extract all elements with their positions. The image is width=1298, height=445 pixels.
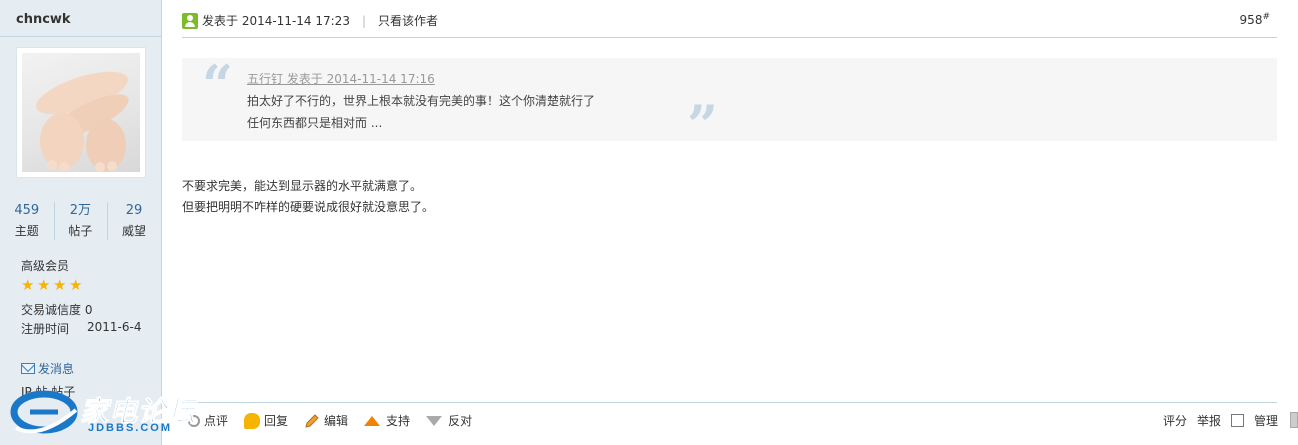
stat-value[interactable]: 459: [0, 200, 54, 222]
floor-mark: #: [1262, 12, 1270, 22]
stat-prestige[interactable]: 29 威望: [107, 200, 161, 242]
stat-label: 主题: [14, 224, 39, 238]
quote-text: 任何东西都只是相对而 ...: [247, 116, 383, 130]
star-icon: ★: [21, 276, 35, 294]
quote-meta-link[interactable]: 五行钉 发表于 2014-11-14 17:16: [247, 70, 435, 87]
reply-icon: [244, 412, 261, 429]
edit-label: 编辑: [324, 414, 349, 428]
star-icon: ★: [37, 276, 51, 294]
rate-link[interactable]: 评分: [1163, 412, 1187, 429]
rank-stars: ★ ★ ★ ★: [21, 278, 84, 293]
author-stats: 459 主题 2万 帖子 29 威望: [0, 200, 161, 242]
author-sidebar: chncwk 459 主题 2万 帖子 29 威望 高级会员 ★ ★ ★ ★ 交…: [0, 0, 162, 445]
separator: |: [361, 13, 366, 28]
stat-threads[interactable]: 459 主题: [0, 200, 54, 242]
quote-text: 拍太好了不行的，世界上根本就没有完美的事！这个你清楚就行了: [247, 94, 596, 108]
stat-value[interactable]: 29: [107, 200, 161, 222]
close-quote-icon: ”: [687, 93, 719, 157]
envelope-icon: [21, 363, 35, 374]
stat-value[interactable]: 2万: [54, 200, 108, 222]
edit-button[interactable]: 编辑: [304, 412, 348, 429]
register-label: 注册时间: [21, 322, 70, 336]
post-body-line: 但要把明明不咋样的硬要说成很好就没意思了。: [182, 200, 435, 214]
online-user-icon: [182, 12, 198, 29]
quote-block: “ 五行钉 发表于 2014-11-14 17:16 拍太好了不行的，世界上根本…: [182, 53, 1277, 152]
reply-button[interactable]: 回复: [244, 412, 288, 429]
comment-label: 点评: [204, 414, 229, 428]
manage-checkbox[interactable]: [1230, 414, 1244, 427]
support-button[interactable]: 支持: [364, 412, 410, 429]
support-label: 支持: [386, 414, 411, 428]
oppose-label: 反对: [448, 414, 473, 428]
divider: [182, 402, 1277, 403]
manage-label: 管理: [1253, 414, 1278, 428]
post-time: 发表于 2014-11-14 17:23: [202, 14, 350, 28]
thumb-up-arrow-icon: [364, 415, 381, 426]
send-message-label: 发消息: [38, 362, 75, 376]
star-icon: ★: [69, 276, 83, 294]
send-message-link[interactable]: 发消息: [21, 360, 74, 377]
floor-number[interactable]: 958#: [1240, 12, 1270, 27]
divider: [0, 36, 161, 37]
open-quote-icon: “: [202, 53, 234, 117]
oppose-button[interactable]: 反对: [426, 412, 472, 429]
post-actions-right: 评分 举报 管理: [1153, 412, 1278, 429]
thumb-down-arrow-icon: [426, 415, 443, 426]
star-icon: ★: [53, 276, 67, 294]
post-header: 发表于 2014-11-14 17:23 | 只看该作者: [182, 12, 438, 29]
pencil-icon: [304, 413, 320, 429]
logo-subtitle: JDBBS.COM: [88, 422, 173, 434]
post-actions: 点评 回复 编辑 支持 反对: [188, 412, 488, 429]
register-date: 2011-6-4: [87, 320, 142, 334]
report-link[interactable]: 举报: [1197, 412, 1221, 429]
floor-value: 958: [1239, 13, 1263, 27]
user-rank[interactable]: 高级会员: [21, 257, 69, 274]
stat-label: 帖子: [68, 224, 93, 238]
author-name[interactable]: chncwk: [16, 12, 71, 27]
logo-swoosh-icon: [10, 390, 78, 434]
reply-label: 回复: [264, 414, 289, 428]
post-body-line: 不要求完美，能达到显示器的水平就满意了。: [182, 179, 423, 193]
register-time: 注册时间 2011-6-4: [21, 320, 141, 337]
divider: [182, 37, 1277, 38]
trade-credit: 交易诚信度 0: [21, 303, 93, 317]
stat-posts[interactable]: 2万 帖子: [53, 200, 108, 242]
avatar-image: [22, 53, 140, 172]
only-author-link[interactable]: 只看该作者: [378, 12, 438, 29]
stat-label: 威望: [121, 224, 146, 238]
side-handle[interactable]: [1290, 412, 1298, 428]
avatar[interactable]: [16, 47, 146, 178]
site-logo: 家电论坛 JDBBS.COM: [10, 388, 205, 440]
